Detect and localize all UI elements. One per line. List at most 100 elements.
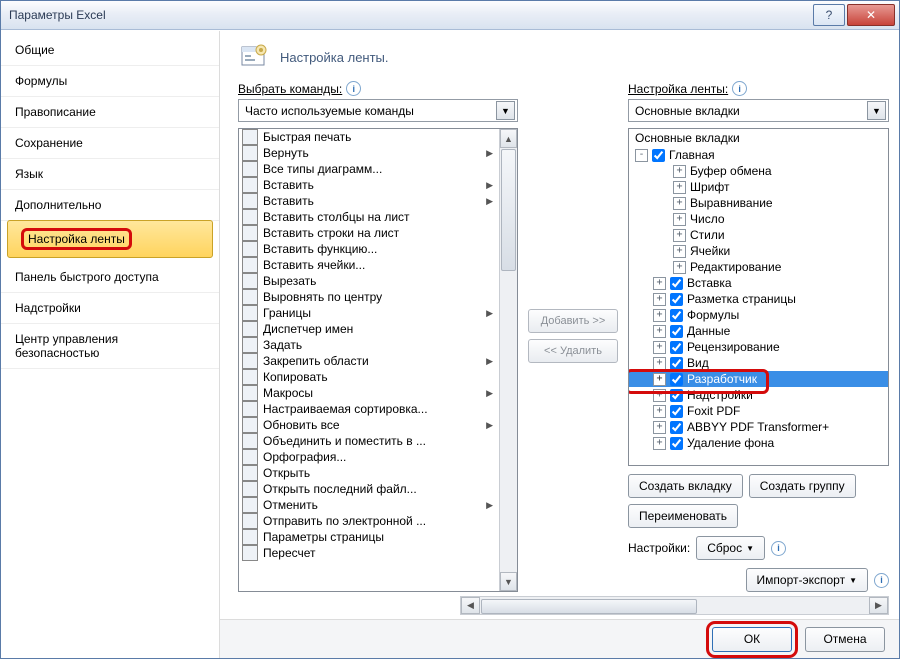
command-item[interactable]: Вырезать xyxy=(239,273,499,289)
cancel-button[interactable]: Отмена xyxy=(805,627,885,652)
info-icon[interactable]: i xyxy=(874,573,889,588)
expand-icon[interactable]: + xyxy=(653,389,666,402)
command-item[interactable]: Настраиваемая сортировка... xyxy=(239,401,499,417)
command-item[interactable]: Орфография... xyxy=(239,449,499,465)
tree-node[interactable]: +Буфер обмена xyxy=(629,163,888,179)
command-item[interactable]: Вставить функцию... xyxy=(239,241,499,257)
tree-checkbox[interactable] xyxy=(670,309,683,322)
command-item[interactable]: Открыть последний файл... xyxy=(239,481,499,497)
customize-ribbon-combo[interactable]: Основные вкладки ▼ xyxy=(628,99,889,122)
tree-node[interactable]: +Ячейки xyxy=(629,243,888,259)
tree-node[interactable]: +Вставка xyxy=(629,275,888,291)
sidebar-item[interactable]: Дополнительно xyxy=(1,190,219,221)
command-item[interactable]: Задать xyxy=(239,337,499,353)
expand-icon[interactable]: - xyxy=(635,149,648,162)
sidebar-item[interactable]: Настройка ленты xyxy=(7,220,213,258)
tree-node[interactable]: -Главная xyxy=(629,147,888,163)
expand-icon[interactable]: + xyxy=(673,245,686,258)
sidebar-item[interactable]: Формулы xyxy=(1,66,219,97)
command-item[interactable]: Выровнять по центру xyxy=(239,289,499,305)
new-tab-button[interactable]: Создать вкладку xyxy=(628,474,743,498)
command-item[interactable]: Копировать xyxy=(239,369,499,385)
tree-node[interactable]: +Удаление фона xyxy=(629,435,888,451)
scroll-right-icon[interactable]: ▶ xyxy=(869,597,888,614)
sidebar-item[interactable]: Общие xyxy=(1,35,219,66)
new-group-button[interactable]: Создать группу xyxy=(749,474,856,498)
sidebar-item[interactable]: Язык xyxy=(1,159,219,190)
expand-icon[interactable]: + xyxy=(673,261,686,274)
commands-listbox[interactable]: Быстрая печатьВернуть▶Все типы диаграмм.… xyxy=(238,128,518,592)
command-item[interactable]: Вставить ячейки... xyxy=(239,257,499,273)
command-item[interactable]: Вставить строки на лист xyxy=(239,225,499,241)
expand-icon[interactable]: + xyxy=(653,357,666,370)
tree-node[interactable]: +Формулы xyxy=(629,307,888,323)
command-item[interactable]: Вернуть▶ xyxy=(239,145,499,161)
tree-checkbox[interactable] xyxy=(670,405,683,418)
command-item[interactable]: Быстрая печать xyxy=(239,129,499,145)
horizontal-scrollbar[interactable]: ◀ ▶ xyxy=(460,596,889,615)
command-item[interactable]: Вставить столбцы на лист xyxy=(239,209,499,225)
sidebar-item[interactable]: Сохранение xyxy=(1,128,219,159)
expand-icon[interactable]: + xyxy=(653,437,666,450)
rename-button[interactable]: Переименовать xyxy=(628,504,738,528)
tree-checkbox[interactable] xyxy=(652,149,665,162)
command-item[interactable]: Обновить все▶ xyxy=(239,417,499,433)
command-item[interactable]: Параметры страницы xyxy=(239,529,499,545)
ribbon-tree[interactable]: Основные вкладки-Главная+Буфер обмена+Шр… xyxy=(628,128,889,466)
sidebar-item[interactable]: Центр управления безопасностью xyxy=(1,324,219,369)
tree-node[interactable]: +Редактирование xyxy=(629,259,888,275)
close-button[interactable]: ✕ xyxy=(847,4,895,26)
expand-icon[interactable]: + xyxy=(673,165,686,178)
tree-node[interactable]: +Разметка страницы xyxy=(629,291,888,307)
command-item[interactable]: Закрепить области▶ xyxy=(239,353,499,369)
expand-icon[interactable]: + xyxy=(653,325,666,338)
expand-icon[interactable]: + xyxy=(673,229,686,242)
tree-node[interactable]: +Рецензирование xyxy=(629,339,888,355)
expand-icon[interactable]: + xyxy=(673,213,686,226)
tree-checkbox[interactable] xyxy=(670,437,683,450)
command-item[interactable]: Отменить▶ xyxy=(239,497,499,513)
command-item[interactable]: Пересчет xyxy=(239,545,499,561)
command-item[interactable]: Вставить▶ xyxy=(239,193,499,209)
tree-node[interactable]: +Число xyxy=(629,211,888,227)
expand-icon[interactable]: + xyxy=(673,197,686,210)
command-item[interactable]: Диспетчер имен xyxy=(239,321,499,337)
command-item[interactable]: Открыть xyxy=(239,465,499,481)
command-item[interactable]: Отправить по электронной ... xyxy=(239,513,499,529)
scroll-left-icon[interactable]: ◀ xyxy=(461,597,480,614)
tree-node[interactable]: +Шрифт xyxy=(629,179,888,195)
scroll-thumb[interactable] xyxy=(481,599,697,614)
remove-button[interactable]: << Удалить xyxy=(528,339,618,363)
tree-checkbox[interactable] xyxy=(670,421,683,434)
tree-node[interactable]: +Выравнивание xyxy=(629,195,888,211)
tree-checkbox[interactable] xyxy=(670,325,683,338)
sidebar-item[interactable]: Надстройки xyxy=(1,293,219,324)
tree-node[interactable]: +Foxit PDF xyxy=(629,403,888,419)
expand-icon[interactable]: + xyxy=(653,405,666,418)
command-item[interactable]: Вставить▶ xyxy=(239,177,499,193)
tree-checkbox[interactable] xyxy=(670,341,683,354)
info-icon[interactable]: i xyxy=(771,541,786,556)
sidebar-item[interactable]: Панель быстрого доступа xyxy=(1,262,219,293)
scroll-up-icon[interactable]: ▲ xyxy=(500,129,517,148)
tree-node[interactable]: +ABBYY PDF Transformer+ xyxy=(629,419,888,435)
expand-icon[interactable]: + xyxy=(653,341,666,354)
tree-checkbox[interactable] xyxy=(670,389,683,402)
tree-node[interactable]: +Вид xyxy=(629,355,888,371)
expand-icon[interactable]: + xyxy=(653,421,666,434)
expand-icon[interactable]: + xyxy=(653,309,666,322)
command-item[interactable]: Все типы диаграмм... xyxy=(239,161,499,177)
tree-checkbox[interactable] xyxy=(670,373,683,386)
expand-icon[interactable]: + xyxy=(653,277,666,290)
tree-checkbox[interactable] xyxy=(670,277,683,290)
info-icon[interactable]: i xyxy=(346,81,361,96)
info-icon[interactable]: i xyxy=(732,81,747,96)
tree-node[interactable]: +Стили xyxy=(629,227,888,243)
reset-button[interactable]: Сброс▼ xyxy=(696,536,765,560)
tree-node[interactable]: +Надстройки xyxy=(629,387,888,403)
help-button[interactable]: ? xyxy=(813,4,845,26)
expand-icon[interactable]: + xyxy=(653,373,666,386)
command-item[interactable]: Границы▶ xyxy=(239,305,499,321)
sidebar-item[interactable]: Правописание xyxy=(1,97,219,128)
tree-node[interactable]: +Данные xyxy=(629,323,888,339)
